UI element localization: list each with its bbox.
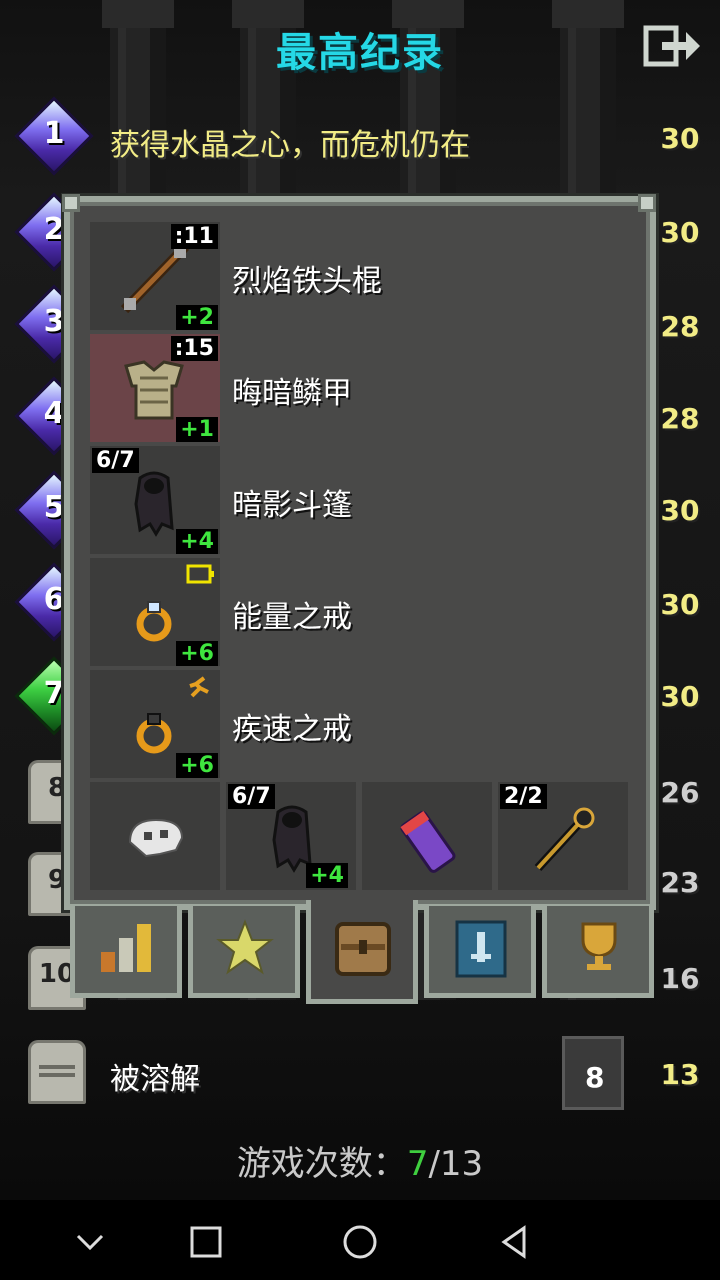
equip-slot-ring[interactable]: +6	[90, 670, 220, 778]
page-title: 最高纪录	[276, 30, 444, 76]
record-description[interactable]: 被溶解	[110, 1054, 200, 1098]
haste-buff-icon	[189, 676, 209, 698]
record-level: 30	[660, 588, 700, 621]
item-name: 晦暗鳞甲	[232, 376, 352, 411]
home-icon[interactable]	[336, 1218, 384, 1266]
record-level: 30	[660, 122, 700, 155]
rank-badge-1: 1	[14, 96, 94, 176]
equip-slot-armor[interactable]: :15 +1	[90, 334, 220, 442]
equip-slot-artifact[interactable]: 6/7 +4	[90, 446, 220, 554]
record-level: 30	[660, 494, 700, 527]
equip-slot-weapon[interactable]: :11 +2	[90, 222, 220, 330]
window-corner	[62, 194, 80, 212]
games-played-counter: 游戏次数：7/13	[236, 1144, 484, 1184]
backpack-icon	[335, 922, 391, 976]
depth-badge: 8	[562, 1036, 624, 1110]
skull-icon	[128, 818, 184, 858]
record-level: 30	[660, 680, 700, 713]
record-description[interactable]: 获得水晶之心，而危机仍在	[110, 120, 470, 164]
exit-icon[interactable]	[642, 22, 702, 70]
chevron-down-icon[interactable]	[66, 1218, 114, 1266]
star-icon	[216, 919, 274, 975]
tab-stats[interactable]	[70, 906, 182, 998]
equip-slot-ring[interactable]: +6	[90, 558, 220, 666]
catalog-icon	[455, 920, 507, 978]
record-level: 28	[660, 310, 700, 343]
stats-icon	[101, 924, 151, 972]
bag-slot[interactable]: 6/7 +4	[226, 782, 356, 890]
tab-rankings[interactable]	[542, 906, 654, 998]
system-nav-bar	[0, 1200, 720, 1280]
wand-icon	[534, 807, 595, 872]
record-level: 13	[660, 1058, 700, 1091]
trophy-icon	[581, 922, 617, 970]
quiver-icon	[400, 811, 456, 873]
bag-slot[interactable]	[362, 782, 492, 890]
bag-slot[interactable]: 2/2	[498, 782, 628, 890]
back-icon[interactable]	[490, 1218, 538, 1266]
recents-icon[interactable]	[182, 1218, 230, 1266]
energy-buff-icon	[186, 564, 214, 584]
item-name: 能量之戒	[232, 600, 352, 635]
bag-slot[interactable]	[90, 782, 220, 890]
tombstone-icon	[28, 1040, 86, 1104]
item-name: 暗影斗篷	[232, 488, 352, 523]
item-name: 烈焰铁头棍	[232, 264, 382, 299]
record-level: 16	[660, 962, 700, 995]
tab-badges[interactable]	[188, 906, 300, 998]
record-level: 30	[660, 216, 700, 249]
record-level: 26	[660, 776, 700, 809]
window-corner	[638, 194, 656, 212]
item-name: 疾速之戒	[232, 712, 352, 747]
record-level: 28	[660, 402, 700, 435]
record-level: 23	[660, 866, 700, 899]
tab-catalog[interactable]	[424, 906, 536, 998]
tab-inventory[interactable]	[306, 900, 418, 1004]
